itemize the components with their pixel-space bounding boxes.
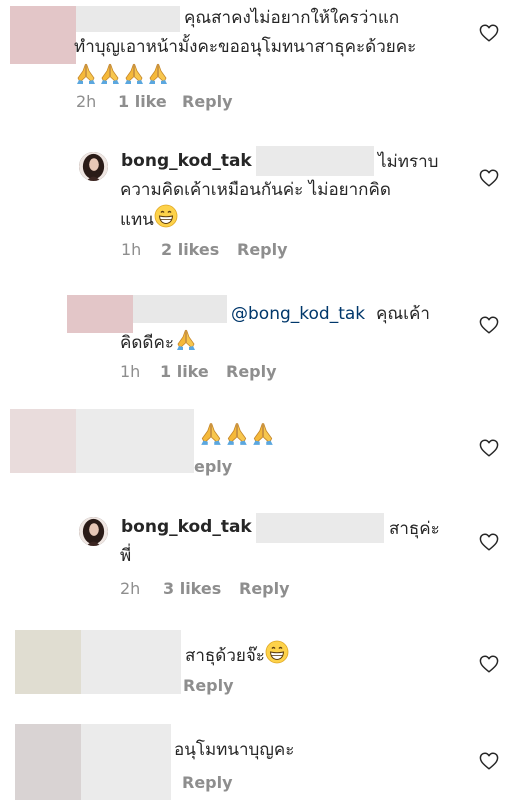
comment-text: ไม่ทราบ [378,152,439,172]
blurred-username [76,6,180,32]
like-heart-icon[interactable] [479,316,499,334]
blurred-username [133,295,227,323]
blurred-username [81,724,171,800]
blurred-text [256,513,384,543]
folded-hands-icon [98,61,122,85]
likes-count-link[interactable]: 3 likes [163,579,221,598]
grinning-face-icon [265,640,289,664]
comment-time: 1h [121,240,142,259]
likes-count-link[interactable]: 1 like [160,362,209,381]
username-link[interactable]: bong_kod_tak [121,151,252,171]
comment-time: 2h [76,92,97,111]
comment-text: สาธุด้วยจ๊ะ [185,646,265,666]
avatar[interactable] [79,152,108,181]
folded-hands-icon [122,61,146,85]
comment-time: 1h [120,362,141,381]
blurred-username [76,409,194,473]
comment-text: คุณเค้า [376,304,430,324]
comment-text: อนุโมทนาบุญคะ [174,740,295,760]
emoji-row [198,420,276,447]
reply-button[interactable]: eply [194,457,232,476]
like-heart-icon[interactable] [479,439,499,457]
like-heart-icon[interactable] [479,24,499,42]
folded-hands-icon [250,420,276,446]
blurred-avatar [15,630,81,694]
reply-button[interactable]: Reply [226,362,277,381]
folded-hands-icon [174,327,198,351]
reply-button[interactable]: Reply [183,676,234,695]
reply-button[interactable]: Reply [182,92,233,111]
likes-count-link[interactable]: 2 likes [161,240,219,259]
comment-text-line: คิดดีคะ [120,327,198,358]
blurred-avatar [15,724,81,800]
blurred-avatar [10,6,76,64]
reply-button[interactable]: Reply [182,773,233,792]
like-heart-icon[interactable] [479,655,499,673]
emoji-row [74,61,170,86]
comment-text: คุณสาคงไม่อยากให้ใครว่าแก [184,8,400,28]
comment-time: 2h [120,579,141,598]
comment-text: พี่ [120,546,132,566]
comment-text: สาธุค่ะ [389,519,440,539]
reply-button[interactable]: Reply [237,240,288,259]
likes-count-link[interactable]: 1 like [118,92,167,111]
folded-hands-icon [146,61,170,85]
reply-button[interactable]: Reply [239,579,290,598]
like-heart-icon[interactable] [479,169,499,187]
comment-text: ความคิดเค้าเหมือนกันค่ะ ไม่อยากคิด [120,180,391,200]
username-link[interactable]: bong_kod_tak [121,517,252,537]
mention-link[interactable]: @bong_kod_tak [231,300,365,329]
comment-text: ทำบุญเอาหน้ามั้งคะขออนุโมทนาสาธุคะด้วยคะ [74,37,417,57]
blurred-text [256,146,374,176]
comment-text-line: สาธุด้วยจ๊ะ [185,640,289,671]
folded-hands-icon [74,61,98,85]
comment-text-line: แทน [120,204,178,235]
like-heart-icon[interactable] [479,533,499,551]
folded-hands-icon [224,420,250,446]
grinning-face-icon [154,204,178,228]
avatar[interactable] [79,517,108,546]
folded-hands-icon [198,420,224,446]
comment-text: คิดดีคะ [120,333,174,353]
blurred-avatar [10,409,76,473]
blurred-username [81,630,181,694]
comment-text: แทน [120,210,154,230]
like-heart-icon[interactable] [479,752,499,770]
